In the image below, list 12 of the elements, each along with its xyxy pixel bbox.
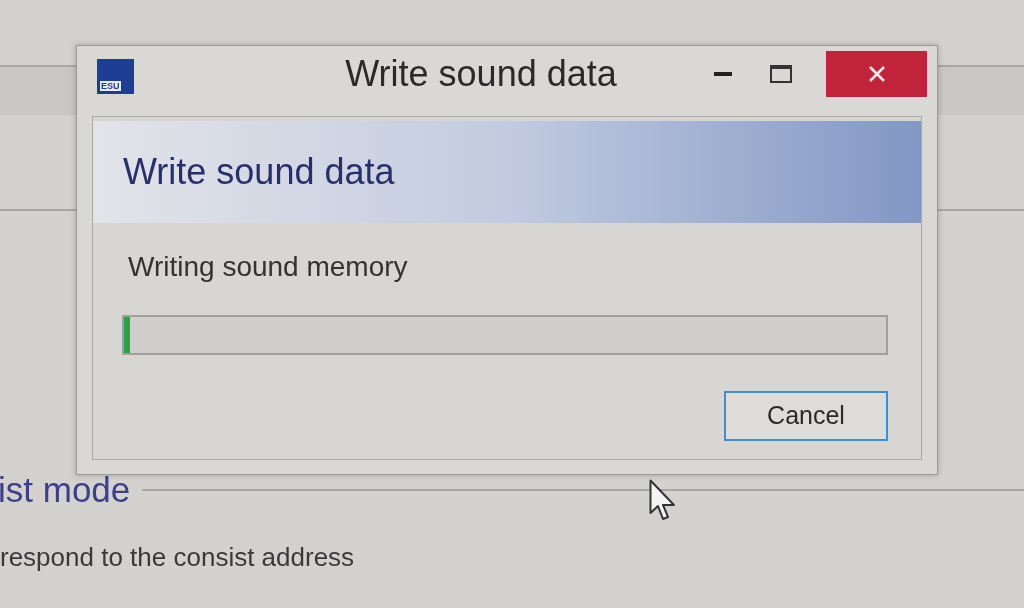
header-title: Write sound data bbox=[123, 151, 395, 193]
window-title: Write sound data bbox=[345, 52, 617, 95]
cancel-button[interactable]: Cancel bbox=[724, 391, 888, 441]
section-heading: ist mode bbox=[0, 469, 131, 511]
close-button[interactable] bbox=[826, 50, 927, 97]
close-icon bbox=[867, 65, 886, 82]
app-logo: ESU bbox=[97, 59, 134, 94]
maximize-icon bbox=[770, 64, 792, 83]
mouse-cursor-icon bbox=[649, 479, 676, 521]
description-text: respond to the consist address bbox=[0, 541, 355, 573]
status-text: Writing sound memory bbox=[128, 251, 408, 283]
minimize-icon bbox=[714, 71, 732, 76]
